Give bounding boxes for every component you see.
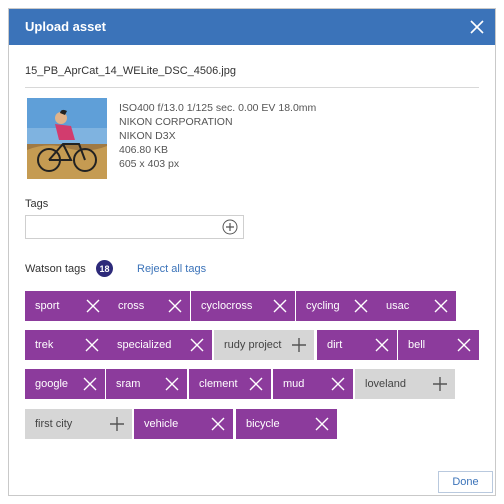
watson-tag-chip: loveland [355,369,455,399]
remove-tag-button[interactable] [84,297,102,315]
remove-tag-button[interactable] [432,297,450,315]
remove-tag-button[interactable] [188,336,206,354]
x-icon [83,377,97,391]
watson-tag-chip: cyclocross [191,291,295,321]
close-icon [470,20,484,34]
watson-tags-label: Watson tags [25,263,86,275]
meta-file-size: 406.80 KB [119,144,169,156]
tags-field [25,215,244,239]
watson-tag-label: sram [116,378,141,390]
x-icon [273,299,287,313]
close-button[interactable] [465,15,489,39]
x-icon [249,377,263,391]
watson-tag-chip: dirt [317,330,397,360]
reject-all-tags-link[interactable]: Reject all tags [137,263,206,275]
asset-metadata: ISO400 f/13.0 1/125 sec. 0.00 EV 18.0mm … [119,101,316,171]
watson-tag-chip: specialized [107,330,212,360]
remove-tag-button[interactable] [329,375,347,393]
watson-tag-chip: trek [25,330,107,360]
asset-thumbnail [27,98,107,179]
watson-tag-chip: rudy project [214,330,314,360]
watson-tag-chip: cycling [296,291,376,321]
plus-icon [433,377,447,391]
done-button[interactable]: Done [438,471,493,493]
watson-tag-chip: first city [25,409,132,439]
remove-tag-button[interactable] [247,375,265,393]
x-icon [86,299,100,313]
x-icon [354,299,368,313]
add-tag-back-button[interactable] [290,336,308,354]
watson-tag-chip: mud [273,369,353,399]
x-icon [375,338,389,352]
watson-tag-label: usac [386,300,410,312]
remove-tag-button[interactable] [271,297,289,315]
watson-tag-chip: bicycle [236,409,337,439]
x-icon [434,299,448,313]
add-tag-button[interactable] [222,219,238,235]
watson-tag-label: vehicle [144,418,179,430]
watson-tag-label: specialized [117,339,172,351]
dialog-titlebar: Upload asset [9,9,495,45]
watson-tag-chip: sport [25,291,108,321]
x-icon [165,377,179,391]
watson-tag-label: bicycle [246,418,280,430]
upload-asset-dialog: Upload asset 15_PB_AprCat_14_WELite_DSC_… [8,8,496,496]
remove-tag-button[interactable] [455,336,473,354]
meta-exposure: ISO400 f/13.0 1/125 sec. 0.00 EV 18.0mm [119,102,317,114]
watson-tag-label: dirt [327,339,343,351]
x-icon [190,338,204,352]
remove-tag-button[interactable] [352,297,370,315]
meta-dimensions: 605 x 403 px [119,158,180,170]
x-icon [85,338,99,352]
watson-tag-label: first city [35,418,73,430]
x-icon [457,338,471,352]
watson-tags-count-badge: 18 [96,260,113,277]
remove-tag-button[interactable] [209,415,227,433]
tags-label: Tags [25,198,49,210]
remove-tag-button[interactable] [373,336,391,354]
meta-manufacturer: NIKON CORPORATION [119,116,233,128]
watson-tag-label: mud [283,378,305,390]
file-name: 15_PB_AprCat_14_WELite_DSC_4506.jpg [25,65,236,77]
watson-tag-label: google [35,378,69,390]
watson-tag-chip: usac [376,291,456,321]
watson-tag-label: trek [35,339,54,351]
watson-tag-label: rudy project [224,339,282,351]
meta-camera-model: NIKON D3X [119,130,176,142]
tags-input[interactable] [26,216,228,238]
remove-tag-button[interactable] [163,375,181,393]
divider [25,87,479,88]
x-icon [168,299,182,313]
add-tag-back-button[interactable] [431,375,449,393]
watson-tag-chip: bell [398,330,479,360]
watson-tag-chip: vehicle [134,409,233,439]
watson-tag-label: bell [408,339,426,351]
watson-tag-label: cycling [306,300,340,312]
plus-icon [292,338,306,352]
remove-tag-button[interactable] [81,375,99,393]
watson-tag-chip: sram [106,369,187,399]
remove-tag-button[interactable] [83,336,101,354]
watson-tag-label: sport [35,300,60,312]
x-icon [211,417,225,431]
watson-tag-chip: google [25,369,105,399]
watson-tag-label: loveland [365,378,406,390]
x-icon [315,417,329,431]
watson-tag-chip: clement [189,369,271,399]
add-tag-back-button[interactable] [108,415,126,433]
dialog-title: Upload asset [25,19,106,34]
remove-tag-button[interactable] [166,297,184,315]
watson-tag-label: cyclocross [201,300,253,312]
x-icon [331,377,345,391]
watson-tag-chip: cross [108,291,190,321]
remove-tag-button[interactable] [313,415,331,433]
plus-circle-icon [222,219,238,235]
watson-tag-label: cross [118,300,145,312]
watson-tag-label: clement [199,378,238,390]
plus-icon [110,417,124,431]
